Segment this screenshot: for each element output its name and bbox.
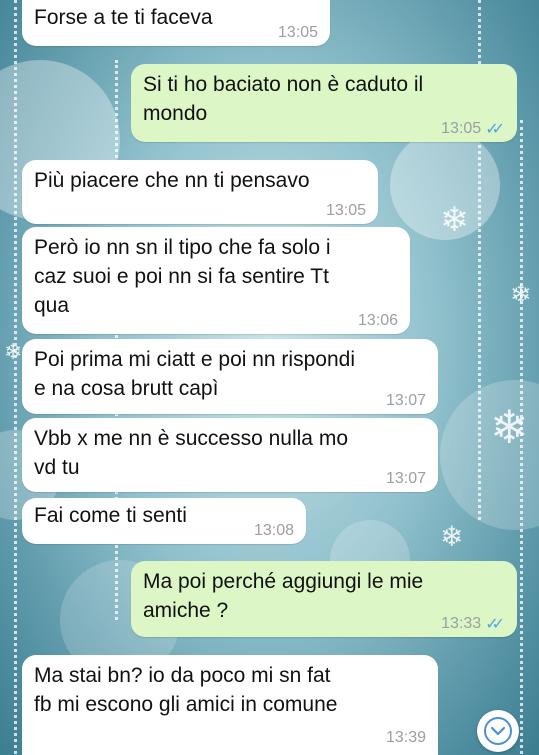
message-text: Poi prima mi ciatt e poi nn rispondi e n… (34, 348, 355, 400)
message-bubble-incoming[interactable]: Poi prima mi ciatt e poi nn rispondi e n… (22, 339, 438, 414)
message-bubble-incoming[interactable]: Ma stai bn? io da poco mi sn fat fb mi e… (22, 655, 438, 755)
message-text: Fai come ti senti (34, 504, 187, 527)
snowflake-icon: ❄ (440, 200, 469, 240)
scroll-to-bottom-button[interactable] (477, 710, 519, 752)
message-time: 13:05 (441, 119, 482, 137)
message-bubble-incoming[interactable]: Più piacere che nn ti pensavo 13:05 (22, 160, 378, 224)
message-text: Più piacere che nn ti pensavo (34, 169, 310, 192)
message-bubble-outgoing[interactable]: Ma poi perché aggiungi le mie amiche ? 1… (131, 561, 517, 637)
chevron-down-icon (484, 717, 512, 745)
message-bubble-incoming[interactable]: Forse a te ti faceva 13:05 (22, 0, 330, 46)
message-text: Forse a te ti faceva (34, 6, 213, 29)
snowflake-icon: ❄ (4, 340, 23, 365)
message-text: Si ti ho baciato non è caduto il mondo (143, 73, 424, 125)
message-time: 13:05 (325, 202, 366, 219)
message-time: 13:06 (357, 312, 398, 329)
snowflake-icon: ❄ (490, 400, 529, 454)
snowflake-icon: ❄ (510, 280, 532, 310)
message-time: 13:07 (385, 470, 426, 487)
snowflake-icon: ❄ (440, 520, 464, 553)
message-bubble-incoming[interactable]: Però io nn sn il tipo che fa solo i caz … (22, 227, 410, 334)
message-time: 13:05 (277, 24, 318, 41)
message-bubble-outgoing[interactable]: Si ti ho baciato non è caduto il mondo 1… (131, 64, 517, 142)
message-text: Vbb x me nn è successo nulla mo vd tu (34, 427, 348, 479)
message-bubble-incoming[interactable]: Fai come ti senti 13:08 (22, 498, 306, 544)
double-check-icon: ✓✓ (485, 119, 505, 138)
message-text: Ma poi perché aggiungi le mie amiche ? (143, 570, 424, 622)
message-time: 13:39 (385, 729, 426, 746)
message-time: 13:07 (385, 392, 426, 409)
message-bubble-incoming[interactable]: Vbb x me nn è successo nulla mo vd tu 13… (22, 418, 438, 492)
message-time: 13:08 (253, 522, 294, 539)
message-text: Però io nn sn il tipo che fa solo i caz … (34, 236, 331, 317)
double-check-icon: ✓✓ (485, 614, 505, 633)
message-text: Ma stai bn? io da poco mi sn fat fb mi e… (34, 664, 338, 716)
message-time: 13:33 (441, 614, 482, 632)
